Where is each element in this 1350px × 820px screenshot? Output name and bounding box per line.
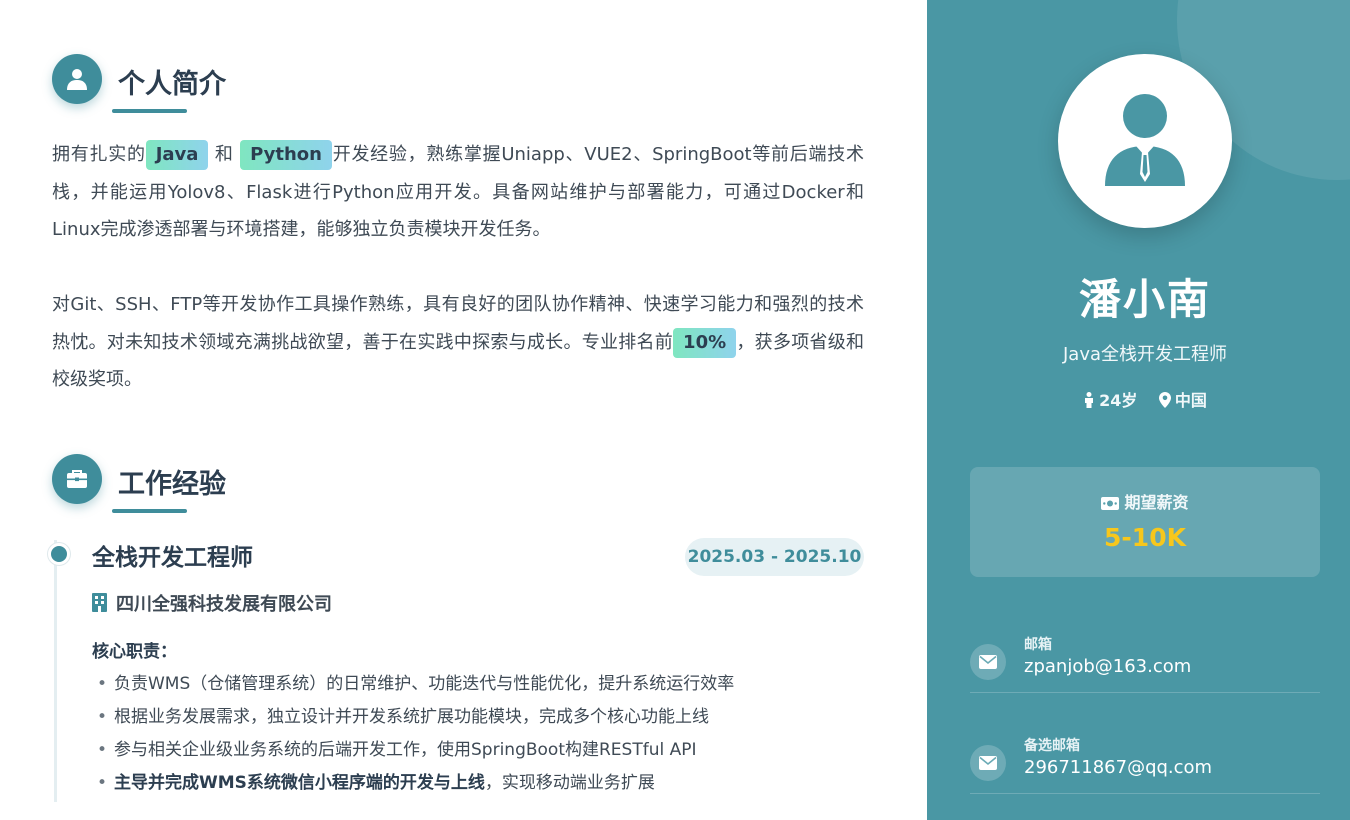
age-value: 24岁 [1099,391,1138,410]
salary-label-text: 期望薪资 [1124,493,1189,512]
profile-section-title: 个人简介 [118,69,226,100]
bullet: • [97,707,108,727]
experience-section-title: 工作经验 [118,469,226,500]
user-icon [52,54,102,104]
duty-text: 负责WMS（仓储管理系统）的日常维护、功能迭代与性能优化，提升系统运行效率 [114,674,735,694]
sidebar: 潘小南 Java全栈开发工程师 24岁 中国 期望薪资 5-10K 邮箱 zpa… [927,0,1350,820]
location-item: 中国 [1158,387,1207,411]
bullet: • [97,674,108,694]
divider [970,692,1320,693]
duty-text: 根据业务发展需求，独立设计并开发系统扩展功能模块，完成多个核心功能上线 [114,707,709,727]
list-item: • 负责WMS（仓储管理系统）的日常维护、功能迭代与性能优化，提升系统运行效率 [92,668,872,701]
contact-email: 邮箱 zpanjob@163.com [970,637,1320,727]
duty-text-bold: 主导并完成WMS系统微信小程序端的开发与上线 [114,773,485,793]
salary-label: 期望薪资 [970,489,1320,513]
avatar [1058,54,1232,228]
briefcase-icon [52,454,102,504]
candidate-name: 潘小南 [1078,275,1211,324]
list-item: • 参与相关企业级业务系统的后端开发工作，使用SpringBoot构建RESTfu… [92,734,872,767]
list-item: • 主导并完成WMS系统微信小程序端的开发与上线，实现移动端业务扩展 [92,767,872,800]
section-underline [112,509,187,513]
divider [970,793,1320,794]
resume-page: 个人简介 拥有扎实的 Java 和 Python 开发经验，熟练掌握Uniapp、V… [0,0,1350,820]
salary-card: 期望薪资 5-10K [970,467,1320,577]
business-person-icon [1105,94,1185,186]
envelope-icon [970,644,1006,680]
profile-text: 拥有扎实的 [52,144,146,165]
timeline-line [54,540,57,802]
location-value: 中国 [1174,391,1207,410]
money-icon [1101,497,1120,510]
email-link[interactable]: zpanjob@163.com [1024,656,1191,677]
contact-label: 备选邮箱 [1024,738,1080,754]
candidate-role: Java全栈开发工程师 [1062,344,1228,365]
experience-section-header: 工作经验 [52,454,452,513]
bullet: • [97,740,108,760]
bullet: • [97,773,108,793]
duties-list: • 负责WMS（仓储管理系统）的日常维护、功能迭代与性能优化，提升系统运行效率 •… [92,668,872,800]
profile-section-header: 个人简介 [52,54,452,113]
duty-text: ，实现移动端业务扩展 [484,773,655,793]
highlight-java: Java [145,140,209,170]
person-icon [1085,392,1094,408]
map-pin-icon [1158,392,1171,408]
backup-email-link[interactable]: 296711867@qq.com [1024,757,1212,778]
salary-value: 5-10K [1104,523,1186,552]
section-underline [112,109,187,113]
envelope-icon [970,745,1006,781]
company-name: 四川全强科技发展有限公司 [116,594,332,615]
age-item: 24岁 [1083,387,1137,411]
timeline-dot [48,543,70,565]
main-column: 个人简介 拥有扎实的 Java 和 Python 开发经验，熟练掌握Uniapp、V… [0,0,927,820]
profile-paragraph-2: 对Git、SSH、FTP等开发协作工具操作熟练，具有良好的团队协作精神、快速学习… [52,286,864,399]
contact-label: 邮箱 [1024,637,1052,653]
contact-backup-email: 备选邮箱 296711867@qq.com [970,738,1320,820]
candidate-meta: 24岁 中国 [927,387,1350,411]
profile-paragraph-1: 拥有扎实的 Java 和 Python 开发经验，熟练掌握Uniapp、VUE2、S… [52,136,864,249]
building-icon [92,593,107,612]
job-title: 全栈开发工程师 [92,545,253,571]
highlight-rank: 10% [673,327,737,358]
highlight-python: Python [240,140,332,170]
job-date-badge: 2025.03 - 2025.10 [685,538,864,576]
duties-label: 核心职责： [92,642,177,662]
duty-text: 参与相关企业级业务系统的后端开发工作，使用SpringBoot构建RESTful… [114,740,697,760]
profile-text: 和 [214,144,234,165]
list-item: • 根据业务发展需求，独立设计并开发系统扩展功能模块，完成多个核心功能上线 [92,701,872,734]
